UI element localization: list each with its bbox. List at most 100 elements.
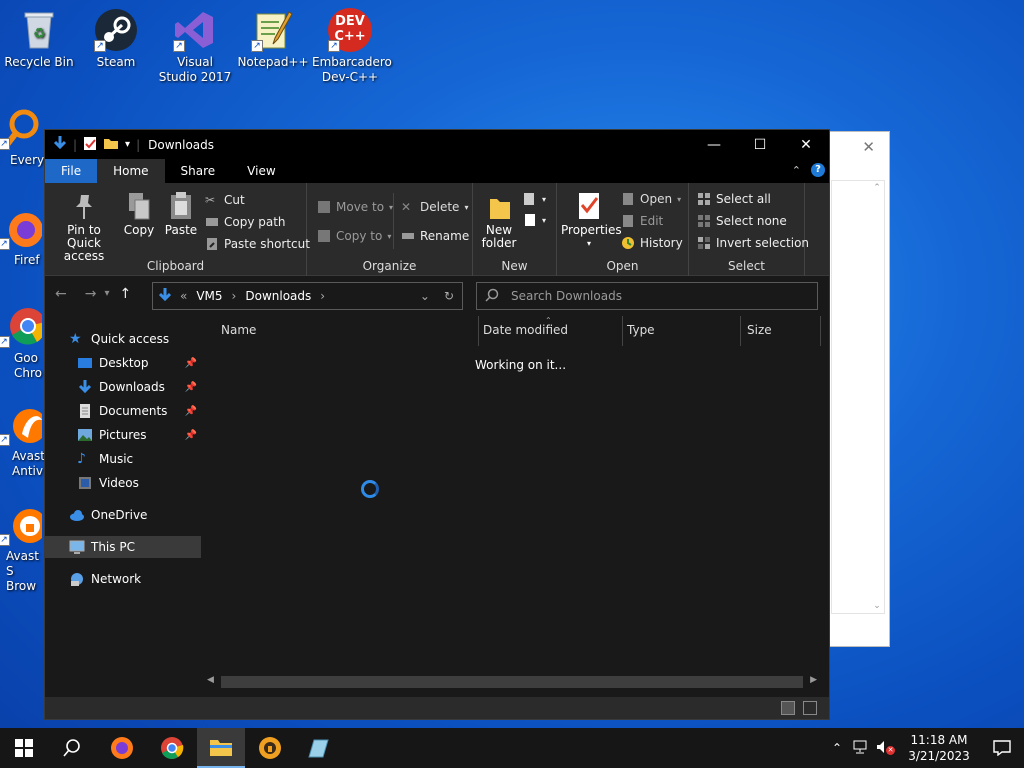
tab-home[interactable]: Home [97, 159, 165, 183]
delete-button[interactable]: ✕ Delete ▾ [401, 197, 468, 217]
file-list[interactable]: Name Date modified Type Size ⌃ Working o… [203, 316, 821, 697]
horizontal-scrollbar[interactable]: ◀ ▶ [203, 675, 821, 689]
folder-icon [210, 740, 232, 756]
refresh-icon[interactable]: ↻ [444, 289, 454, 303]
paste-shortcut-button[interactable]: Paste shortcut [205, 234, 310, 254]
breadcrumb-vm5[interactable]: VM5 [196, 289, 222, 303]
address-dropdown-icon[interactable]: ⌄ [420, 289, 430, 303]
desktop-icon-avast-browser[interactable]: ↗ Avast S Brow [0, 502, 47, 594]
clock[interactable]: 11:18 AM 3/21/2023 [898, 732, 980, 764]
chevron-up-icon[interactable]: ⌃ [792, 164, 801, 177]
large-icons-view-icon[interactable] [803, 701, 817, 715]
desktop-icon-visual-studio[interactable]: ↗ Visual Studio 2017 [157, 8, 233, 85]
column-type[interactable]: Type [623, 316, 741, 346]
open-button[interactable]: Open ▾ [621, 189, 681, 209]
copy-path-button[interactable]: Copy path [205, 212, 286, 232]
nav-music[interactable]: ♪ Music [45, 448, 201, 470]
scroll-left-icon[interactable]: ◀ [207, 675, 214, 685]
edit-button[interactable]: Edit [621, 211, 663, 231]
network-icon[interactable] [852, 740, 870, 757]
address-bar[interactable]: « VM5 › Downloads › ⌄ ↻ [152, 282, 463, 310]
desktop-icon-avast-antivirus[interactable]: ↗ Avast Antiv [0, 402, 47, 479]
properties-button[interactable]: Properties ▾ [561, 191, 622, 250]
recent-locations-chevron-icon[interactable]: ▾ [104, 288, 109, 302]
properties-icon[interactable] [83, 135, 97, 154]
nav-network[interactable]: Network [45, 568, 201, 590]
breadcrumb-downloads[interactable]: Downloads [245, 289, 311, 303]
column-name[interactable]: Name [203, 316, 479, 346]
scroll-right-icon[interactable]: ▶ [810, 675, 817, 685]
copy-button[interactable]: Copy [121, 191, 157, 237]
scrollbar-thumb[interactable] [221, 676, 803, 688]
taskbar-chrome[interactable] [148, 728, 196, 768]
search-button[interactable] [48, 728, 96, 768]
rename-button[interactable]: Rename [401, 226, 469, 246]
copy-to-button[interactable]: Copy to ▾ [317, 226, 391, 246]
breadcrumb-overflow[interactable]: « [180, 289, 187, 303]
nav-downloads[interactable]: Downloads 📌 [45, 376, 201, 398]
nav-pictures[interactable]: Pictures 📌 [45, 424, 201, 446]
nav-quick-access[interactable]: ★ Quick access [45, 328, 201, 350]
close-button[interactable]: ✕ [783, 130, 829, 159]
file-explorer-window[interactable]: | ▾ | Downloads — ☐ ✕ File Home Share Vi… [44, 129, 830, 720]
invert-selection-button[interactable]: Invert selection [697, 233, 809, 253]
desktop-icon-chrome[interactable]: ↗ Goo Chro [0, 304, 46, 381]
close-icon[interactable]: ✕ [862, 138, 875, 156]
new-folder-button[interactable]: New folder [479, 191, 519, 250]
background-window[interactable]: ✕ ⌃ ⌄ [820, 131, 890, 647]
history-button[interactable]: History [621, 233, 683, 253]
title-bar[interactable]: | ▾ | Downloads — ☐ ✕ [45, 130, 829, 159]
paste-button[interactable]: Paste [163, 191, 199, 237]
desktop-icon-recycle-bin[interactable]: ♻ Recycle Bin [1, 8, 77, 70]
new-folder-icon[interactable] [103, 136, 119, 153]
help-icon[interactable]: ? [811, 163, 825, 177]
chevron-down-icon[interactable]: ▾ [125, 139, 130, 150]
tab-view[interactable]: View [231, 159, 291, 183]
firefox-icon [111, 737, 133, 759]
recycle-bin-icon: ♻ [17, 8, 61, 52]
nav-videos[interactable]: Videos [45, 472, 201, 494]
nav-documents[interactable]: Documents 📌 [45, 400, 201, 422]
forward-arrow-icon[interactable]: → [85, 286, 97, 302]
ribbon: Pin to Quick access Copy Paste ✂ Cut Copy… [45, 183, 829, 276]
easy-access-button[interactable]: ▾ [523, 210, 546, 230]
notification-icon[interactable] [980, 740, 1024, 756]
desktop-icon-firefox[interactable]: ↗ Firef [0, 206, 46, 268]
select-none-button[interactable]: Select none [697, 211, 787, 231]
navigation-pane: ★ Quick access Desktop 📌 Downloads 📌 Docume… [45, 316, 203, 697]
taskbar-avast-browser[interactable] [246, 728, 294, 768]
desktop-icon-steam[interactable]: ↗ Steam [78, 8, 154, 70]
cut-button[interactable]: ✂ Cut [205, 190, 245, 210]
scrollbar[interactable]: ⌃ ⌄ [870, 181, 884, 613]
app-icon [308, 739, 329, 758]
search-box[interactable]: Search Downloads [476, 282, 818, 310]
desktop-icon-notepad-plus-plus[interactable]: ↗ Notepad++ [235, 8, 311, 70]
column-size[interactable]: Size [741, 316, 821, 346]
videos-icon [77, 475, 93, 491]
download-arrow-icon [158, 287, 172, 306]
taskbar-app[interactable] [294, 728, 342, 768]
select-all-button[interactable]: Select all [697, 189, 771, 209]
move-to-button[interactable]: Move to ▾ [317, 197, 393, 217]
volume-muted-icon[interactable]: ✕ [876, 740, 895, 757]
tab-file[interactable]: File [45, 159, 98, 183]
start-button[interactable] [0, 728, 48, 768]
window-title: Downloads [148, 137, 215, 152]
new-item-button[interactable]: ▾ [523, 189, 546, 209]
nav-desktop[interactable]: Desktop 📌 [45, 352, 201, 374]
pin-to-quick-access-button[interactable]: Pin to Quick access [51, 191, 117, 263]
taskbar-firefox[interactable] [98, 728, 146, 768]
tab-share[interactable]: Share [165, 159, 232, 183]
taskbar-file-explorer[interactable] [197, 728, 245, 768]
minimize-button[interactable]: — [691, 130, 737, 159]
back-arrow-icon[interactable]: ← [55, 286, 67, 302]
separator: | [136, 137, 141, 152]
desktop-icon-dev-cpp[interactable]: DEV C++ ↗ Embarcadero Dev-C++ [312, 8, 392, 85]
chevron-up-icon[interactable]: ⌃ [832, 741, 842, 755]
nav-onedrive[interactable]: OneDrive [45, 504, 201, 526]
desktop-icon-everything[interactable]: ↗ Everyt [0, 106, 49, 168]
details-view-icon[interactable] [781, 701, 795, 715]
up-arrow-icon[interactable]: ↑ [120, 286, 132, 302]
nav-this-pc[interactable]: This PC [45, 536, 201, 558]
maximize-button[interactable]: ☐ [737, 130, 783, 159]
